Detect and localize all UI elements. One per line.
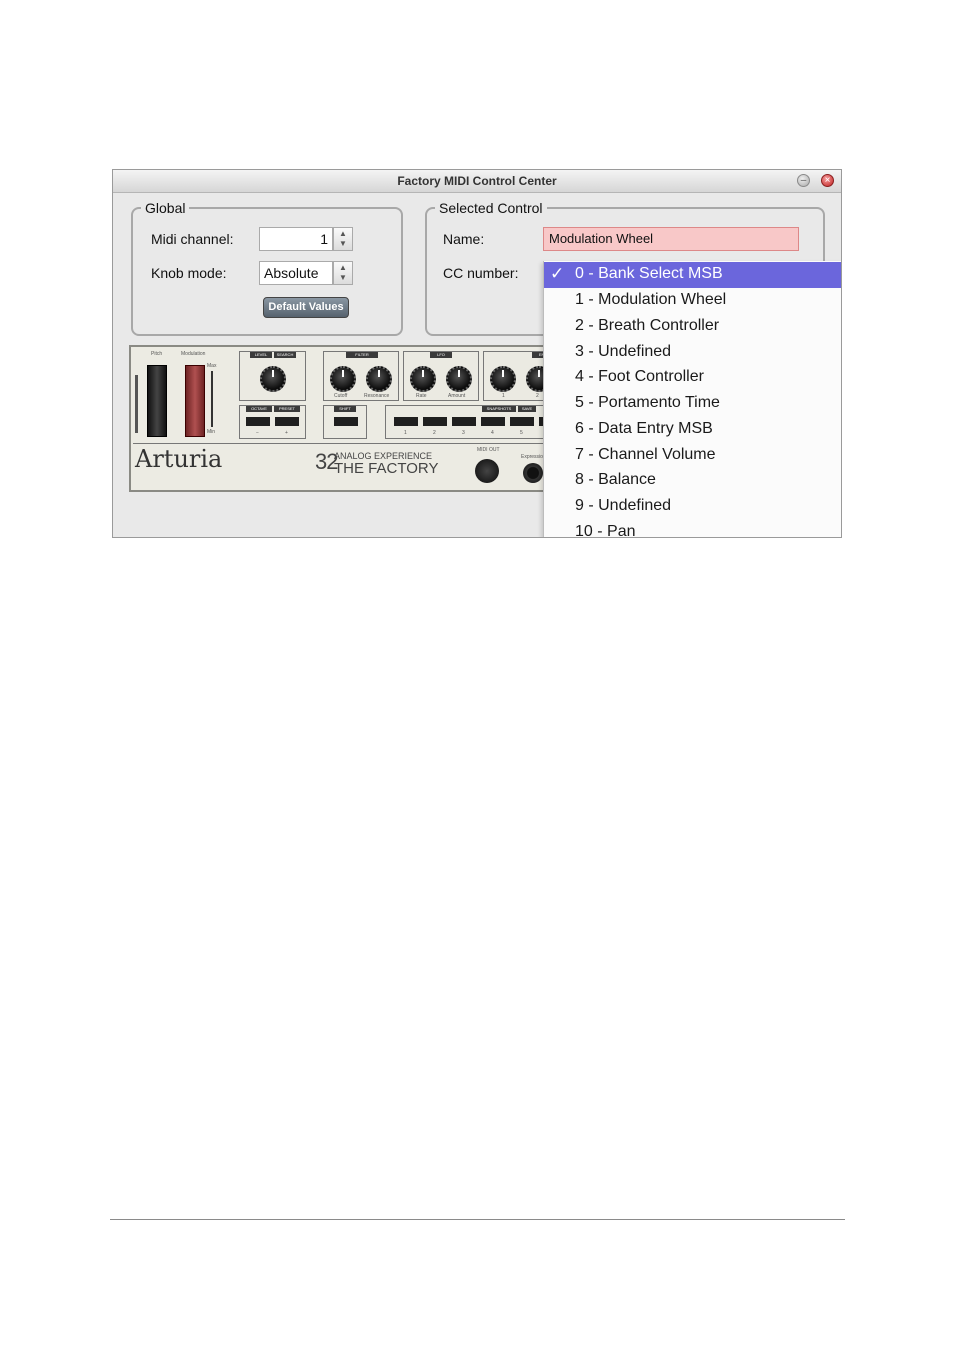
model-line-2: THE FACTORY	[334, 460, 439, 477]
cc-number-label: CC number:	[443, 265, 519, 281]
max-label: Max	[207, 363, 217, 369]
cc-option[interactable]: 8 - Balance	[544, 468, 841, 494]
cc-number-dropdown[interactable]: ✓ 0 - Bank Select MSB 1 - Modulation Whe…	[543, 261, 841, 537]
resonance-knob[interactable]	[366, 366, 392, 392]
save-header: SAVE	[518, 406, 536, 412]
min-label: Min	[207, 429, 216, 435]
snapshots-header: SNAPSHOTS	[482, 406, 516, 412]
cc-option[interactable]: 9 - Undefined	[544, 494, 841, 520]
octave-plus-pad[interactable]	[275, 417, 299, 426]
midi-channel-input[interactable]: 1	[259, 227, 333, 251]
cc-option[interactable]: 10 - Pan	[544, 520, 841, 537]
snapshot-label-5: 5	[520, 430, 523, 436]
pitch-label: Pitch	[151, 351, 163, 357]
filter-panel: FILTER Cutoff Resonance	[323, 351, 399, 401]
close-icon[interactable]: ×	[821, 174, 834, 187]
name-input[interactable]: Modulation Wheel	[543, 227, 799, 251]
cutoff-knob[interactable]	[330, 366, 356, 392]
snapshot-pad-2[interactable]	[423, 417, 447, 426]
midi-channel-label: Midi channel:	[151, 231, 234, 247]
window-title: Factory MIDI Control Center	[397, 174, 557, 188]
env-knob-1[interactable]	[490, 366, 516, 392]
octave-preset-panel: OCTAVE PRESET − +	[239, 405, 306, 439]
device-divider	[133, 443, 559, 444]
amount-label: Amount	[448, 393, 466, 399]
cc-option[interactable]: 2 - Breath Controller	[544, 314, 841, 340]
lfo-panel: LFO Rate Amount	[403, 351, 479, 401]
env-two-label: 2	[536, 393, 539, 399]
knob-mode-select[interactable]: Absolute	[259, 261, 333, 285]
pitch-wheel[interactable]	[147, 365, 167, 437]
cc-option[interactable]: 5 - Portamento Time	[544, 391, 841, 417]
snapshot-pad-3[interactable]	[452, 417, 476, 426]
arturia-logo: Arturia	[135, 445, 223, 473]
footer-rule	[110, 1219, 845, 1220]
factory-controller-image: Pitch Modulation Max Min LEVEL SEARCH OC…	[129, 345, 563, 492]
minimize-icon[interactable]: –	[797, 174, 810, 187]
resonance-label: Resonance	[364, 393, 390, 399]
midi-channel-stepper-icon[interactable]: ▲ ▼	[333, 227, 353, 251]
octave-minus-pad[interactable]	[246, 417, 270, 426]
snapshot-label-3: 3	[462, 430, 465, 436]
shift-header: SHIFT	[334, 406, 356, 412]
cc-option[interactable]: 4 - Foot Controller	[544, 365, 841, 391]
shift-pad[interactable]	[334, 417, 358, 426]
env-one-label: 1	[502, 393, 505, 399]
default-values-button[interactable]: Default Values	[263, 297, 349, 318]
plus-label: +	[285, 430, 288, 436]
rate-knob[interactable]	[410, 366, 436, 392]
title-bar[interactable]: Factory MIDI Control Center – ×	[113, 170, 841, 193]
lfo-header: LFO	[430, 352, 452, 358]
check-icon: ✓	[550, 264, 565, 283]
minus-label: −	[256, 430, 259, 436]
selected-control-legend: Selected Control	[439, 200, 543, 216]
midi-out-label: MIDI OUT	[477, 447, 500, 453]
octave-header: OCTAVE	[246, 406, 272, 412]
cutoff-label: Cutoff	[334, 393, 348, 399]
name-label: Name:	[443, 231, 485, 247]
snapshot-label-1: 1	[404, 430, 407, 436]
app-window: Factory MIDI Control Center – × Global M…	[112, 169, 842, 538]
cc-option[interactable]: 7 - Channel Volume	[544, 443, 841, 469]
snapshot-pad-4[interactable]	[481, 417, 505, 426]
knob-mode-stepper-icon[interactable]: ▲ ▼	[333, 261, 353, 285]
snapshot-pad-1[interactable]	[394, 417, 418, 426]
midi-out-port-icon	[475, 459, 499, 483]
cc-option[interactable]: ✓ 0 - Bank Select MSB	[544, 262, 841, 288]
search-header: SEARCH	[274, 352, 296, 358]
expression-jack-icon	[523, 463, 543, 483]
snapshot-label-2: 2	[433, 430, 436, 436]
snapshot-label-4: 4	[491, 430, 494, 436]
level-search-panel: LEVEL SEARCH	[239, 351, 306, 401]
cc-option[interactable]: 6 - Data Entry MSB	[544, 417, 841, 443]
cc-option[interactable]: 1 - Modulation Wheel	[544, 288, 841, 314]
level-knob[interactable]	[260, 366, 286, 392]
knob-mode-label: Knob mode:	[151, 265, 227, 281]
filter-header: FILTER	[346, 352, 378, 358]
modulation-wheel[interactable]	[185, 365, 205, 437]
global-legend: Global	[145, 200, 186, 216]
mod-range-line	[211, 371, 213, 427]
snapshots-panel: SNAPSHOTS SAVE 1 2 3 4 5	[385, 405, 563, 439]
level-header: LEVEL	[250, 352, 272, 358]
snapshot-pad-5[interactable]	[510, 417, 534, 426]
pitch-arrow	[135, 375, 138, 433]
amount-knob[interactable]	[446, 366, 472, 392]
modulation-label: Modulation	[181, 351, 206, 357]
cc-option[interactable]: 3 - Undefined	[544, 340, 841, 366]
rate-label: Rate	[416, 393, 427, 399]
shift-panel: SHIFT	[323, 405, 367, 439]
preset-header: PRESET	[274, 406, 300, 412]
